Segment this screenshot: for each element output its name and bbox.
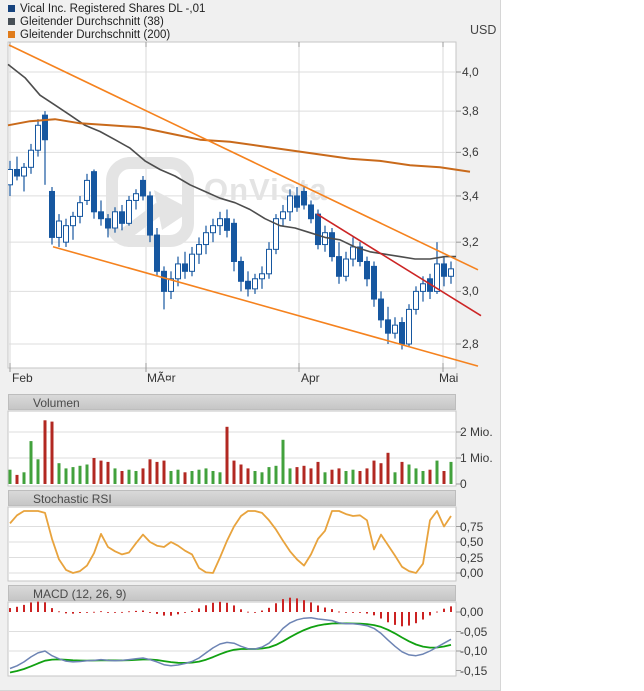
macd-chart[interactable] bbox=[8, 602, 468, 676]
volume-chart[interactable] bbox=[8, 411, 468, 486]
legend-item-ma38: Gleitender Durchschnitt (38) bbox=[8, 15, 205, 28]
chart-widget: Vical Inc. Registered Shares DL -,01 Gle… bbox=[0, 0, 501, 691]
price-axis-label: 3,6 bbox=[462, 145, 479, 159]
stochrsi-axis-label: 0,75 bbox=[460, 520, 483, 534]
price-axis-label: 3,2 bbox=[462, 235, 479, 249]
page: Vical Inc. Registered Shares DL -,01 Gle… bbox=[0, 0, 644, 691]
currency-label: USD bbox=[470, 23, 496, 37]
volume-axis-label: 2 Mio. bbox=[460, 425, 493, 439]
stochrsi-chart[interactable] bbox=[8, 507, 468, 581]
ma38-label: Gleitender Durchschnitt (38) bbox=[20, 16, 164, 28]
legend-item-ma200: Gleitender Durchschnitt (200) bbox=[8, 28, 205, 41]
macd-axis-label: 0,00 bbox=[460, 605, 483, 619]
ma200-label: Gleitender Durchschnitt (200) bbox=[20, 29, 170, 41]
legend: Vical Inc. Registered Shares DL -,01 Gle… bbox=[8, 2, 205, 41]
ma200-swatch bbox=[8, 31, 15, 38]
instrument-label: Vical Inc. Registered Shares DL -,01 bbox=[20, 3, 205, 15]
macd-axis-label: -0,10 bbox=[460, 644, 487, 658]
macd-axis-label: -0,05 bbox=[460, 625, 487, 639]
price-axis-label: 3,8 bbox=[462, 104, 479, 118]
price-axis-label: 4,0 bbox=[462, 65, 479, 79]
stochrsi-axis-label: 0,50 bbox=[460, 535, 483, 549]
stochrsi-panel-header: Stochastic RSI bbox=[8, 490, 456, 506]
month-axis-label: Feb bbox=[12, 371, 33, 385]
volume-panel-header: Volumen bbox=[8, 394, 456, 410]
month-axis-label: Mai bbox=[439, 371, 458, 385]
price-axis-label: 3,4 bbox=[462, 189, 479, 203]
price-chart[interactable]: OnVista bbox=[8, 42, 486, 376]
month-axis-label: MÃ¤r bbox=[147, 371, 176, 385]
instrument-swatch bbox=[8, 5, 15, 12]
volume-axis-label: 1 Mio. bbox=[460, 451, 493, 465]
stochrsi-axis-label: 0,25 bbox=[460, 551, 483, 565]
price-axis-label: 2,8 bbox=[462, 337, 479, 351]
ma38-swatch bbox=[8, 18, 15, 25]
legend-item-instrument: Vical Inc. Registered Shares DL -,01 bbox=[8, 2, 205, 15]
price-axis-label: 3,0 bbox=[462, 284, 479, 298]
month-axis-label: Apr bbox=[301, 371, 320, 385]
stochrsi-axis-label: 0,00 bbox=[460, 566, 483, 580]
macd-axis-label: -0,15 bbox=[460, 664, 487, 678]
volume-axis-label: 0 bbox=[460, 477, 467, 491]
macd-panel-header: MACD (12, 26, 9) bbox=[8, 585, 456, 601]
